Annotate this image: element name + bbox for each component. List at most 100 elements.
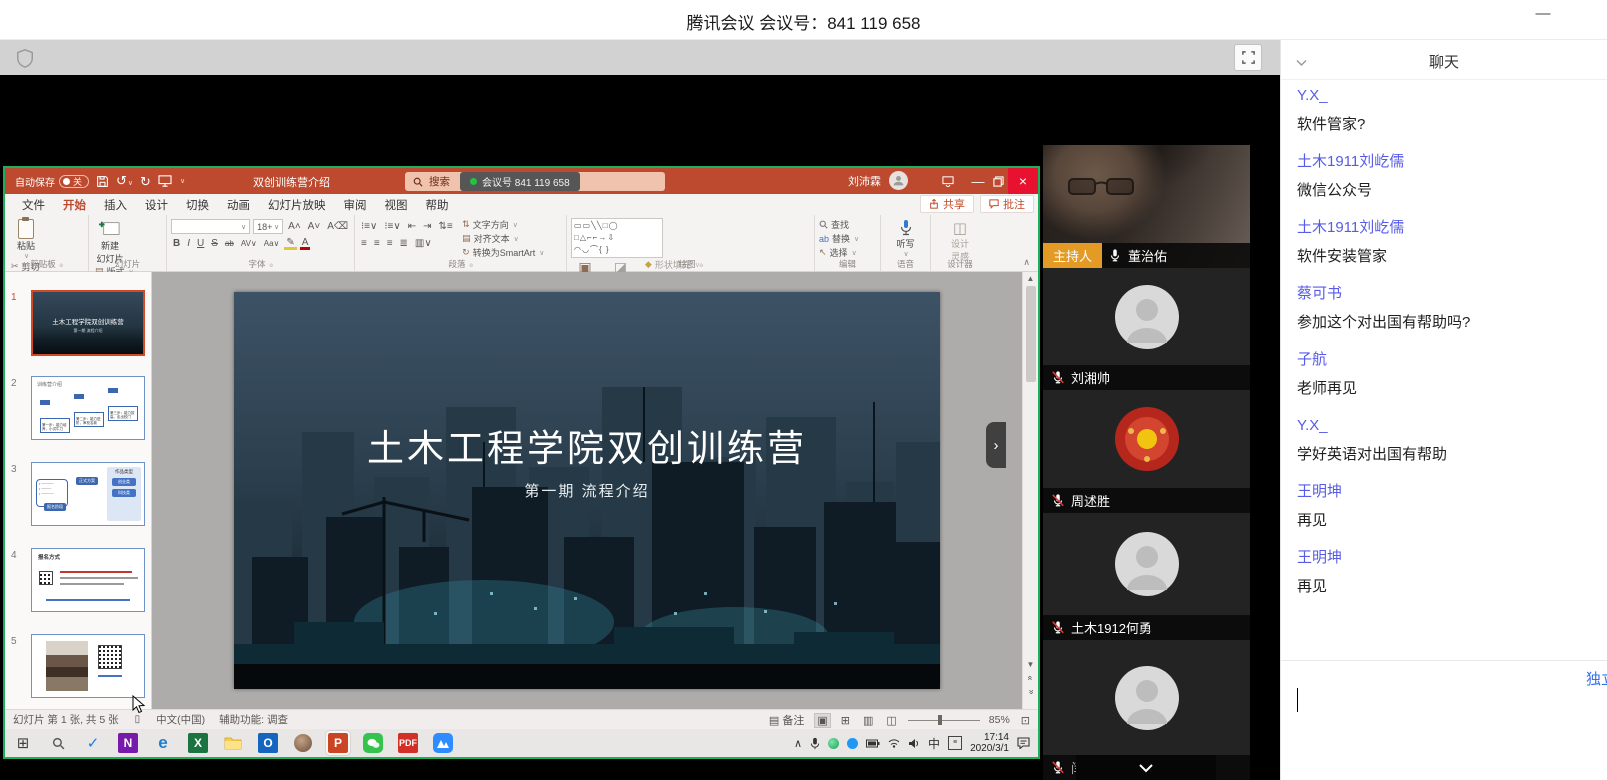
clear-format-button[interactable]: A⌫ <box>325 221 350 232</box>
next-slide-button[interactable]: « <box>1023 687 1038 697</box>
accessibility-status[interactable]: 辅助功能: 调查 <box>219 712 288 727</box>
chat-sender[interactable]: 土木1911刘屹儒 <box>1297 218 1607 238</box>
chat-sender[interactable]: Y.X_ <box>1297 86 1607 106</box>
taskbar-wechat-icon[interactable] <box>363 733 383 753</box>
line-spacing-button[interactable]: ⇅≡ <box>436 221 454 232</box>
notes-button[interactable]: ▤ 备注 <box>767 712 806 728</box>
tab-slideshow[interactable]: 幻灯片放映 <box>259 194 335 215</box>
change-case-button[interactable]: Aa∨ <box>262 239 282 248</box>
chat-sender[interactable]: 王明坤 <box>1297 548 1607 568</box>
scrollbar-thumb[interactable] <box>1026 286 1036 382</box>
columns-button[interactable]: ▥∨ <box>413 238 434 249</box>
tab-transitions[interactable]: 切换 <box>177 194 218 215</box>
tray-ime-language[interactable]: 中 <box>928 735 940 752</box>
chat-sender[interactable]: 子航 <box>1297 350 1607 370</box>
strikethrough-button[interactable]: S <box>209 238 220 249</box>
justify-button[interactable]: ≣ <box>398 238 410 249</box>
tab-file[interactable]: 文件 <box>13 194 54 215</box>
collapse-ribbon-chevron[interactable]: ∧ <box>1023 257 1030 268</box>
tray-speaker-icon[interactable] <box>908 738 920 749</box>
font-family-combo[interactable]: ∨ <box>171 219 250 234</box>
tray-expand-chevron[interactable]: ∧ <box>794 737 802 750</box>
redo-button[interactable]: ↻ <box>140 175 151 188</box>
undo-button[interactable]: ↺∨ <box>116 174 133 188</box>
tray-mic-icon[interactable] <box>810 737 820 750</box>
participant-tile[interactable]: 刘湘帅 <box>1043 268 1250 390</box>
taskbar-meeting-icon[interactable] <box>433 733 453 753</box>
shapes-gallery[interactable]: ▭▭╲╲□◯□△⌐⌐→⇩◠◡⌒{ } <box>571 218 663 258</box>
language-status[interactable]: 中文(中国) <box>156 712 205 727</box>
current-slide[interactable]: 土木工程学院双创训练营 第一期 流程介绍 <box>234 292 940 689</box>
align-center-button[interactable]: ≡ <box>372 238 382 249</box>
tray-battery-icon[interactable] <box>866 739 880 748</box>
tab-review[interactable]: 审阅 <box>335 194 376 215</box>
tab-view[interactable]: 视图 <box>376 194 417 215</box>
taskbar-user-app-icon[interactable] <box>293 733 313 753</box>
taskbar-search-icon[interactable] <box>48 733 68 753</box>
tab-design[interactable]: 设计 <box>136 194 177 215</box>
tray-green-icon[interactable] <box>828 738 839 749</box>
start-button[interactable]: ⊞ <box>13 733 33 753</box>
highlight-color-button[interactable]: ✎ <box>284 238 296 250</box>
scroll-up-arrow[interactable]: ▲ <box>1023 274 1038 283</box>
slide-thumbnail-5[interactable] <box>31 634 145 698</box>
taskbar-onenote-icon[interactable]: N <box>118 733 138 753</box>
italic-button[interactable]: I <box>185 238 192 249</box>
collapse-video-panel-button[interactable] <box>1076 755 1216 780</box>
align-left-button[interactable]: ≡ <box>359 238 369 249</box>
align-text-button[interactable]: ▤对齐文本∨ <box>462 232 544 245</box>
taskbar-edge-icon[interactable]: e <box>153 733 173 753</box>
tab-insert[interactable]: 插入 <box>95 194 136 215</box>
slide-thumbnail-2[interactable]: 训练营介绍 第一步：能力培养，小试牛刀 第二步：能力进阶，审校名款 第三步：能力… <box>31 376 145 440</box>
participant-tile[interactable]: 闫世桢 <box>1043 640 1250 780</box>
align-right-button[interactable]: ≡ <box>385 238 395 249</box>
ppt-close-button[interactable]: × <box>1008 168 1038 194</box>
participant-tile[interactable]: 周述胜 <box>1043 390 1250 513</box>
underline-button[interactable]: U <box>195 238 206 249</box>
office-avatar[interactable] <box>889 171 908 190</box>
window-minimize-button[interactable]: — <box>1528 2 1558 28</box>
security-shield-icon[interactable] <box>12 45 38 71</box>
slide-sorter-view-button[interactable]: ⊞ <box>839 714 852 727</box>
chat-sender[interactable]: 王明坤 <box>1297 482 1607 502</box>
decrease-indent-button[interactable]: ⇤ <box>406 221 418 232</box>
increase-indent-button[interactable]: ⇥ <box>421 221 433 232</box>
share-button[interactable]: 共享 <box>920 195 974 213</box>
chat-sender[interactable]: Y.X_ <box>1297 416 1607 436</box>
save-icon[interactable] <box>96 175 109 188</box>
bullets-button[interactable]: ⁝≡∨ <box>359 221 379 232</box>
taskbar-excel-icon[interactable]: X <box>188 733 208 753</box>
next-slide-flyout-button[interactable]: › <box>986 422 1006 468</box>
normal-view-button[interactable]: ▣ <box>815 714 829 727</box>
taskbar-todo-icon[interactable]: ✓ <box>83 733 103 753</box>
autosave-toggle[interactable]: 自动保存 关 <box>15 174 89 189</box>
fit-slide-button[interactable]: ⊡ <box>1019 714 1032 727</box>
dictate-button[interactable]: 听写∨ <box>886 218 926 258</box>
qat-customize-chevron[interactable]: ∨ <box>180 177 185 185</box>
tab-help[interactable]: 帮助 <box>417 194 458 215</box>
text-direction-button[interactable]: ⇅文字方向∨ <box>462 218 544 231</box>
tray-ime-mode-icon[interactable]: ≡ <box>948 736 962 750</box>
slide-thumbnail-3[interactable]: • ─────• ────• ───── 报名阶段 正式方案 作品类型 创业类 … <box>31 462 145 526</box>
reading-view-button[interactable]: ▥ <box>861 714 875 727</box>
slideshow-view-button[interactable]: ◫ <box>884 714 898 727</box>
slide-thumbnail-4[interactable]: 报名方式 <box>31 548 145 612</box>
zoom-slider[interactable] <box>908 710 980 730</box>
slide-thumbnail-1[interactable]: 土木工程学院双创训练营 第一期 流程介绍 <box>31 290 145 356</box>
zoom-level[interactable]: 85% <box>989 714 1010 726</box>
chat-sender[interactable]: 蔡可书 <box>1297 284 1607 304</box>
start-slideshow-icon[interactable] <box>158 175 172 187</box>
tray-tim-icon[interactable] <box>847 738 858 749</box>
bold-button[interactable]: B <box>171 238 182 249</box>
grow-font-button[interactable]: A˄ <box>286 221 303 232</box>
slide-scrollbar[interactable]: ▲ ▼ « « <box>1022 272 1038 709</box>
taskbar-pdf-icon[interactable]: PDF <box>398 733 418 753</box>
tray-clock[interactable]: 17:14 2020/3/1 <box>970 732 1009 754</box>
taskbar-powerpoint-icon[interactable]: P <box>328 733 348 753</box>
design-ideas-button[interactable]: ◫ 设计灵感 <box>938 218 982 263</box>
font-size-combo[interactable]: 18+∨ <box>253 219 283 234</box>
ribbon-display-options-button[interactable] <box>933 168 963 194</box>
participant-tile-host[interactable]: 主持人 董治佑 <box>1043 145 1250 268</box>
shrink-font-button[interactable]: A˅ <box>306 221 323 232</box>
comments-button[interactable]: 批注 <box>980 195 1034 213</box>
